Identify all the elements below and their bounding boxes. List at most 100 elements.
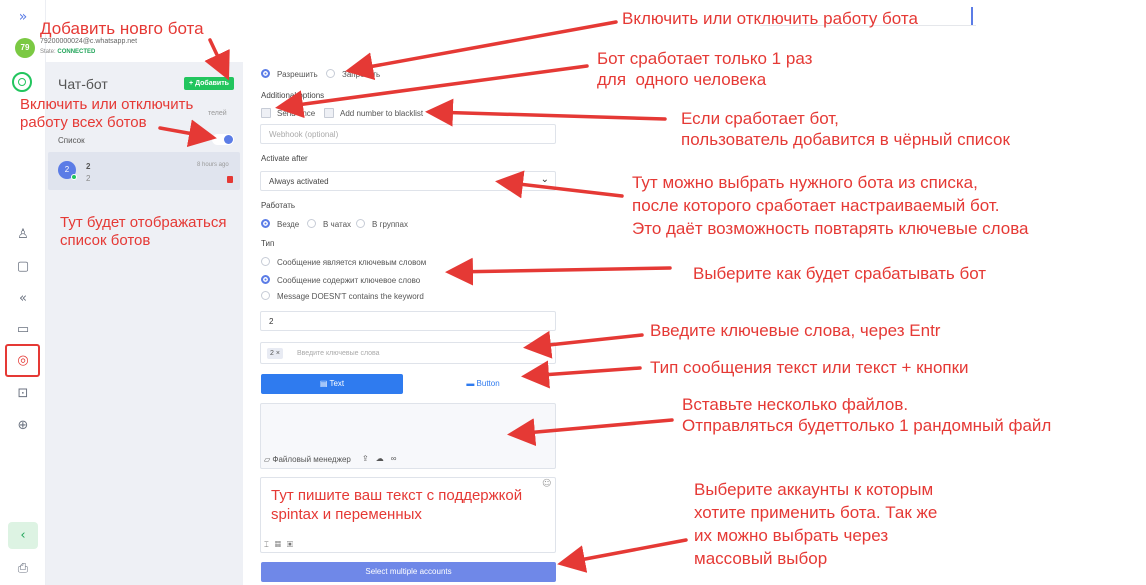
emoji-list-icon[interactable]: ▣ bbox=[287, 540, 299, 549]
work-title: Работать bbox=[261, 201, 296, 210]
globe-icon[interactable]: ⊕ bbox=[14, 417, 32, 435]
work-groups-radio[interactable] bbox=[356, 219, 365, 228]
textarea-toolbar: ⌶▦▣ bbox=[264, 540, 299, 550]
hidden-caption: телей bbox=[208, 110, 227, 117]
whatsapp-icon[interactable] bbox=[12, 72, 32, 92]
file-actions: ⇪☁∞ bbox=[362, 454, 403, 463]
nextbot-input[interactable]: 2 bbox=[260, 311, 556, 331]
activate-after-value: Always activated bbox=[269, 177, 329, 186]
annotation-trigger-type: Выберите как будет срабатывать бот bbox=[693, 264, 987, 283]
annotation-text-area: Тут пишите ваш текст с поддержкой spinta… bbox=[271, 487, 523, 523]
work-chats-radio[interactable] bbox=[307, 219, 316, 228]
avatar[interactable]: 79 bbox=[15, 38, 35, 58]
chevron-left-icon[interactable]: ‹ bbox=[8, 522, 38, 549]
bot-list-item[interactable] bbox=[48, 152, 240, 190]
type-is-keyword-radio[interactable] bbox=[261, 257, 270, 266]
blacklist-checkbox[interactable] bbox=[324, 108, 334, 118]
bot-icon[interactable]: ◎ bbox=[14, 352, 32, 370]
bot-subtitle: 2 bbox=[86, 174, 91, 183]
all-bots-toggle[interactable] bbox=[212, 134, 234, 145]
webhook-placeholder: Webhook (optional) bbox=[269, 130, 339, 139]
arrow-trigger-type bbox=[445, 257, 672, 286]
annotation-files: Вставьте несколько файлов. Отправляться … bbox=[682, 395, 1052, 435]
chat-icon[interactable]: ▢ bbox=[14, 258, 32, 276]
messages-icon[interactable]: ▭ bbox=[14, 321, 32, 339]
type-not-contains-radio[interactable] bbox=[261, 291, 270, 300]
printer-icon[interactable]: ⎙ bbox=[14, 560, 32, 578]
icon-rail: » ♙ ▢ « ▭ ◎ ⊡ ⊕ ‹ ⎙ bbox=[0, 0, 46, 585]
keywords-placeholder: Введите ключевые слова bbox=[297, 350, 380, 357]
send-once-label: Send once bbox=[277, 109, 316, 118]
annotation-add-bot: Добавить новго бота bbox=[40, 19, 204, 38]
add-bot-button[interactable]: + Добавить bbox=[184, 77, 234, 90]
sidebar-title: Чат-бот bbox=[58, 76, 108, 92]
chevron-down-icon: ⌄ bbox=[540, 174, 549, 185]
work-everywhere-radio[interactable] bbox=[261, 219, 270, 228]
work-everywhere-label: Везде bbox=[277, 220, 300, 229]
bot-name: 2 bbox=[86, 162, 91, 171]
annotation-toggle-bot: Включить или отключить работу бота bbox=[622, 9, 918, 28]
annotation-bot-list: Тут будет отображаться список ботов bbox=[60, 214, 227, 249]
account-state: State: CONNECTED bbox=[40, 49, 95, 55]
tab-button-label: Button bbox=[476, 379, 500, 388]
keyword-tag-text: 2 bbox=[270, 350, 274, 357]
type-title: Тип bbox=[261, 239, 275, 248]
allow-label: Разрешить bbox=[277, 70, 318, 79]
type-is-keyword-label: Сообщение является ключевым словом bbox=[277, 258, 427, 267]
keyword-tag[interactable]: 2 × bbox=[267, 348, 283, 359]
annotation-accounts: Выберите аккаунты к которым хотите приме… bbox=[694, 480, 938, 568]
arrow-blacklist bbox=[425, 98, 667, 127]
arrow-accounts bbox=[557, 538, 688, 573]
arrow-toggle-bot bbox=[345, 20, 618, 81]
account-id: 79200000024@c.whatsapp.net bbox=[40, 38, 138, 45]
send-once-checkbox[interactable] bbox=[261, 108, 271, 118]
type-contains-radio[interactable] bbox=[261, 275, 270, 284]
state-label: State: bbox=[40, 49, 56, 55]
deny-radio[interactable] bbox=[326, 69, 335, 78]
work-chats-label: В чатах bbox=[323, 220, 352, 229]
robot-icon[interactable]: ⊡ bbox=[14, 385, 32, 403]
deny-label: Запретить bbox=[342, 70, 381, 79]
annotation-keywords: Введите ключевые слова, через Entr bbox=[650, 321, 941, 340]
state-value: CONNECTED bbox=[57, 49, 96, 55]
annotation-blacklist: Если сработает бот, пользователь добавит… bbox=[681, 109, 1010, 149]
allow-radio[interactable] bbox=[261, 69, 270, 78]
folder-icon: ▱ bbox=[264, 455, 271, 464]
type-not-contains-label: Message DOESN'T contains the keyword bbox=[277, 292, 424, 301]
additional-options-title: Additional options bbox=[261, 91, 325, 100]
activate-after-select[interactable]: Always activated ⌄ bbox=[260, 171, 556, 191]
annotation-choose-bot: Тут можно выбрать нужного бота из списка… bbox=[632, 173, 1029, 238]
link-icon[interactable]: ∞ bbox=[391, 454, 404, 463]
list-toggle-label: Список bbox=[58, 136, 85, 145]
spintax-icon[interactable]: ⌶ bbox=[264, 540, 275, 549]
keywords-input[interactable]: 2 × Введите ключевые слова bbox=[260, 342, 556, 364]
blacklist-label: Add number to blacklist bbox=[340, 109, 424, 118]
annotation-once: Бот сработает только 1 раз для одного че… bbox=[597, 49, 813, 89]
button-icon: ▬ bbox=[466, 379, 475, 388]
variables-icon[interactable]: ▦ bbox=[275, 540, 287, 549]
nextbot-value: 2 bbox=[269, 317, 274, 326]
smile-icon[interactable]: ☺ bbox=[542, 479, 551, 489]
reply-all-icon[interactable]: « bbox=[14, 290, 32, 308]
cloud-icon[interactable]: ☁ bbox=[376, 454, 391, 463]
file-manager-button[interactable]: ▱ Файловый менеджер bbox=[264, 455, 351, 464]
bot-time: 8 hours ago bbox=[197, 162, 229, 168]
annotation-toggle-all: Включить или отключить работу всех ботов bbox=[20, 96, 194, 131]
upload-icon[interactable]: ⇪ bbox=[362, 454, 376, 463]
type-contains-label: Сообщение содержит ключевое слово bbox=[277, 276, 421, 285]
expand-icon[interactable]: » bbox=[14, 8, 32, 26]
tab-text[interactable]: ▤ Text bbox=[261, 374, 403, 394]
activate-after-title: Activate after bbox=[261, 154, 308, 163]
select-accounts-button[interactable]: Select multiple accounts bbox=[261, 562, 556, 582]
trash-icon[interactable] bbox=[227, 176, 233, 183]
webhook-input[interactable]: Webhook (optional) bbox=[260, 124, 556, 144]
bot-toggle-cursor[interactable] bbox=[971, 7, 973, 25]
annotation-message-type: Тип сообщения текст или текст + кнопки bbox=[650, 358, 969, 377]
work-groups-label: В группах bbox=[372, 220, 408, 229]
file-icon: ▤ bbox=[319, 379, 328, 388]
tab-text-label: Text bbox=[329, 379, 345, 388]
online-dot bbox=[71, 174, 77, 180]
user-icon[interactable]: ♙ bbox=[14, 226, 32, 244]
file-manager-label: Файловый менеджер bbox=[272, 455, 351, 464]
tab-button[interactable]: ▬ Button bbox=[410, 374, 556, 394]
